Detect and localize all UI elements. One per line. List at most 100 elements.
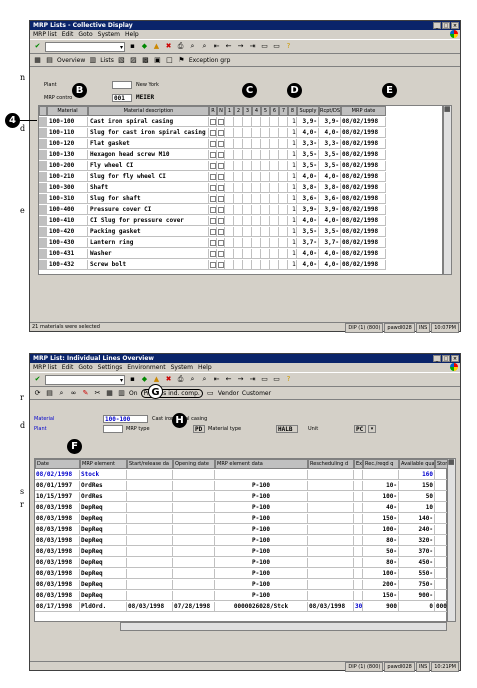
r-checkbox[interactable]: [209, 238, 217, 248]
date-cell[interactable]: 08/03/1998: [35, 558, 80, 568]
close-icon[interactable]: ×: [451, 22, 459, 29]
mrp-element-cell[interactable]: Stock: [80, 470, 127, 480]
row-selector[interactable]: [39, 139, 47, 149]
material-cell[interactable]: 100-120: [47, 139, 88, 149]
row-selector[interactable]: [39, 260, 47, 270]
save-icon[interactable]: ▪: [128, 375, 137, 384]
n-checkbox[interactable]: [217, 128, 225, 138]
n-checkbox[interactable]: [217, 227, 225, 237]
mrp-element-cell[interactable]: OrdRes: [80, 492, 127, 502]
col-3[interactable]: 3: [243, 106, 252, 116]
shortcut-icon[interactable]: ▭: [272, 375, 281, 384]
material-cell[interactable]: 100-420: [47, 227, 88, 237]
col-4[interactable]: 4: [252, 106, 261, 116]
prev-page-icon[interactable]: ←: [224, 375, 233, 384]
select-icon[interactable]: ▣: [153, 56, 162, 65]
back-icon[interactable]: ◆: [140, 375, 149, 384]
print-icon[interactable]: ⎙: [176, 375, 185, 384]
menu-system[interactable]: System: [171, 363, 193, 372]
first-page-icon[interactable]: ⇤: [212, 42, 221, 51]
row-selector[interactable]: [39, 205, 47, 215]
help-icon[interactable]: ?: [284, 42, 293, 51]
col-available-qty[interactable]: Available qua: [399, 459, 435, 469]
date-cell[interactable]: 10/15/1997: [35, 492, 80, 502]
checkbox-icon[interactable]: [217, 184, 224, 191]
date-cell[interactable]: 08/17/1998: [35, 602, 80, 612]
mrp-element-cell[interactable]: DepReq: [80, 569, 127, 579]
customer-button[interactable]: Customer: [242, 390, 271, 397]
cut-icon[interactable]: ✂: [93, 389, 102, 398]
date-cell[interactable]: 08/02/1998: [35, 470, 80, 480]
material-cell[interactable]: 100-100: [47, 117, 88, 127]
maximize-icon[interactable]: □: [442, 355, 450, 362]
date-cell[interactable]: 08/03/1998: [35, 547, 80, 557]
mrp-element-cell[interactable]: DepReq: [80, 591, 127, 601]
n-checkbox[interactable]: [217, 216, 225, 226]
next-page-icon[interactable]: →: [236, 42, 245, 51]
checkbox-icon[interactable]: [209, 217, 216, 224]
date-cell[interactable]: 08/03/1998: [35, 503, 80, 513]
new-session-icon[interactable]: ▭: [260, 375, 269, 384]
col-2[interactable]: 2: [234, 106, 243, 116]
checkbox-icon[interactable]: [217, 250, 224, 257]
first-page-icon[interactable]: ⇤: [212, 375, 221, 384]
plant-field[interactable]: 3000: [112, 81, 132, 89]
material-cell[interactable]: 100-410: [47, 216, 88, 226]
find-icon[interactable]: ⌕: [188, 42, 197, 51]
enter-check-icon[interactable]: ✔: [33, 375, 42, 384]
vendor-button[interactable]: Vendor: [218, 390, 239, 397]
col-rec-reqd-qty[interactable]: Rec./reqd q: [363, 459, 399, 469]
find-icon[interactable]: ⌕: [188, 375, 197, 384]
row-selector[interactable]: [39, 183, 47, 193]
mrp-element-cell[interactable]: PldOrd.: [80, 602, 127, 612]
command-field[interactable]: [45, 374, 125, 385]
col-receipt[interactable]: Rcpt/DS: [319, 106, 341, 116]
chart-icon[interactable]: ▥: [117, 389, 126, 398]
material-cell[interactable]: 100-130: [47, 150, 88, 160]
r-checkbox[interactable]: [209, 139, 217, 149]
grid-icon[interactable]: ▦: [33, 56, 42, 65]
menu-settings[interactable]: Settings: [98, 363, 123, 372]
r-checkbox[interactable]: [209, 150, 217, 160]
last-page-icon[interactable]: ⇥: [248, 375, 257, 384]
material-cell[interactable]: 100-431: [47, 249, 88, 259]
n-checkbox[interactable]: [217, 161, 225, 171]
row-selector[interactable]: [39, 117, 47, 127]
unit-dropdown-icon[interactable]: ▾: [368, 425, 376, 433]
header-icon[interactable]: ▤: [45, 389, 54, 398]
mrp-element-cell[interactable]: DepReq: [80, 547, 127, 557]
col-description[interactable]: Material description: [88, 106, 209, 116]
exception-grp-button[interactable]: Exception grp: [189, 57, 231, 64]
checkbox-icon[interactable]: [209, 239, 216, 246]
col-r[interactable]: R: [209, 106, 217, 116]
n-checkbox[interactable]: [217, 205, 225, 215]
checkbox-icon[interactable]: [209, 173, 216, 180]
checkbox-icon[interactable]: [217, 206, 224, 213]
r-checkbox[interactable]: [209, 117, 217, 127]
col-7[interactable]: 7: [279, 106, 288, 116]
exit-icon[interactable]: ▲: [152, 42, 161, 51]
menu-goto[interactable]: Goto: [78, 363, 92, 372]
col-1[interactable]: 1: [225, 106, 234, 116]
sort-icon[interactable]: ▨: [129, 56, 138, 65]
n-checkbox[interactable]: [217, 172, 225, 182]
col-5[interactable]: 5: [261, 106, 270, 116]
col-exception[interactable]: Ex: [354, 459, 363, 469]
col-start-release[interactable]: Start/release da: [127, 459, 173, 469]
checkbox-icon[interactable]: [217, 151, 224, 158]
r-checkbox[interactable]: [209, 128, 217, 138]
mrp-element-cell[interactable]: DepReq: [80, 514, 127, 524]
checkbox-icon[interactable]: [209, 151, 216, 158]
materials-vertical-scrollbar[interactable]: [443, 105, 452, 275]
col-8[interactable]: 8: [288, 106, 297, 116]
mrp-element-cell[interactable]: DepReq: [80, 536, 127, 546]
on-button[interactable]: On: [129, 390, 138, 397]
checkbox-icon[interactable]: [209, 129, 216, 136]
mrp-element-cell[interactable]: DepReq: [80, 503, 127, 513]
material-cell[interactable]: 100-310: [47, 194, 88, 204]
command-field[interactable]: [45, 41, 125, 52]
shortcut-icon[interactable]: ▭: [272, 42, 281, 51]
n-checkbox[interactable]: [217, 183, 225, 193]
checkbox-icon[interactable]: [209, 140, 216, 147]
material-cell[interactable]: 100-200: [47, 161, 88, 171]
